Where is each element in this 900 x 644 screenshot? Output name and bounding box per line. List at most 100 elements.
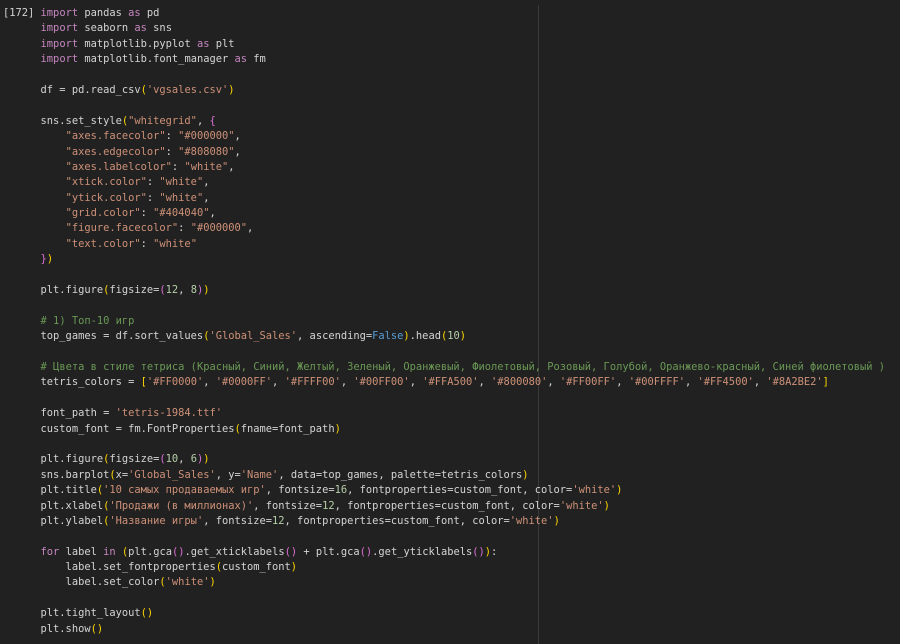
token-s: "white" <box>159 176 204 189</box>
token-p: , <box>234 130 241 143</box>
code-line[interactable]: # 1) Топ-10 игр <box>3 314 885 329</box>
token-s: '#FF00FF' <box>559 376 617 389</box>
code-line[interactable] <box>3 345 885 360</box>
token-p: : <box>491 545 498 558</box>
code-line[interactable]: import seaborn as sns <box>3 21 885 36</box>
token-p: , ascending= <box>297 330 373 343</box>
token-s: 'white' <box>165 576 210 589</box>
code-line[interactable]: plt.figure(figsize=(10, 6)) <box>3 452 885 467</box>
token-p: figsize= <box>109 453 160 466</box>
code-line[interactable]: font_path = 'tetris-1984.ttf' <box>3 406 885 421</box>
code-line[interactable]: [172] import pandas as pd <box>3 6 885 21</box>
token-p: matplotlib.font_manager <box>78 53 235 66</box>
code-line[interactable]: plt.show() <box>3 622 885 637</box>
token-s: "xtick.color" <box>65 176 147 189</box>
code-line[interactable]: # Цвета в стиле тетриса (Красный, Синий,… <box>3 360 886 375</box>
token-s: '#00FFFF' <box>628 376 686 389</box>
code-line[interactable]: custom_font = fm.FontProperties(fname=fo… <box>3 422 885 437</box>
token-p: , <box>272 376 285 389</box>
token-p: : <box>146 176 160 189</box>
code-line[interactable] <box>3 591 885 606</box>
code-line[interactable] <box>3 98 885 113</box>
code-line[interactable]: "grid.color": "#404040", <box>3 206 885 221</box>
token-s: 'tetris-1984.ttf' <box>115 407 222 420</box>
token-g1: ) <box>459 330 466 343</box>
execution-count[interactable]: [172] <box>3 7 41 19</box>
token-s: "text.color" <box>65 237 141 250</box>
code-line[interactable] <box>3 391 885 406</box>
token-p: , <box>753 376 767 389</box>
token-p: fname=font_path <box>240 422 335 435</box>
token-p <box>3 238 66 250</box>
code-line[interactable]: plt.title('10 самых продаваемых игр', fo… <box>3 483 885 498</box>
code-line[interactable]: "axes.labelcolor": "white", <box>3 160 885 175</box>
token-p <box>3 38 41 50</box>
token-p: tetris_colors = <box>3 376 141 389</box>
token-p: .head <box>409 330 441 343</box>
token-g2: () <box>284 545 298 558</box>
code-line[interactable]: import matplotlib.pyplot as plt <box>3 37 885 52</box>
token-k: import <box>40 37 79 50</box>
token-s: '#FF4500' <box>697 376 754 389</box>
token-s: "#000000" <box>190 222 247 235</box>
code-line[interactable]: tetris_colors = ['#FF0000', '#0000FF', '… <box>3 375 885 390</box>
code-line[interactable]: df = pd.read_csv('vgsales.csv') <box>3 83 885 98</box>
token-p: font_path = <box>3 407 116 420</box>
token-g1: ) <box>46 253 54 266</box>
code-line[interactable]: plt.ylabel('Название игры', fontsize=12,… <box>3 514 885 529</box>
token-p: plt.xlabel <box>3 499 104 512</box>
code-editor-window: [172] import pandas as pd import seaborn… <box>0 0 900 644</box>
code-line[interactable]: "ytick.color": "white", <box>3 191 885 206</box>
token-k: as <box>234 53 248 66</box>
token-p: , <box>685 376 698 389</box>
code-line[interactable]: "axes.edgecolor": "#808080", <box>3 145 885 160</box>
code-line[interactable]: "text.color": "white" <box>3 237 885 252</box>
code-line[interactable]: label.set_color('white') <box>3 575 885 590</box>
code-line[interactable]: sns.barplot(x='Global_Sales', y='Name', … <box>3 468 885 483</box>
token-p <box>3 207 66 219</box>
token-s: "white" <box>159 191 204 204</box>
token-s: '#0000FF' <box>215 376 273 389</box>
token-p: , <box>409 376 423 389</box>
code-line[interactable]: plt.xlabel('Продажи (в миллионах)', font… <box>3 499 885 514</box>
code-line[interactable]: plt.figure(figsize=(12, 8)) <box>3 283 885 298</box>
code-line[interactable]: plt.tight_layout() <box>3 606 885 621</box>
code-line[interactable] <box>3 298 885 313</box>
code-line[interactable]: "axes.facecolor": "#000000", <box>3 129 885 144</box>
token-p: plt.gca <box>128 545 172 558</box>
code-line[interactable]: }) <box>3 252 885 267</box>
token-k: as <box>196 37 210 50</box>
token-p <box>3 546 41 558</box>
token-p: , <box>547 376 560 389</box>
token-p: , fontsize= <box>265 484 335 497</box>
token-s: 'Название игры' <box>109 514 204 527</box>
code-editor[interactable]: [172] import pandas as pd import seaborn… <box>3 6 885 637</box>
token-n: 12 <box>165 284 179 297</box>
token-k: import <box>40 22 79 35</box>
code-line[interactable] <box>3 268 885 283</box>
code-line[interactable]: label.set_fontproperties(custom_font) <box>3 560 885 575</box>
token-p: : <box>171 160 185 173</box>
token-s: 'Продажи (в миллионах)' <box>109 499 254 512</box>
code-line[interactable]: import matplotlib.font_manager as fm <box>3 52 885 67</box>
token-p: custom_font <box>221 561 291 574</box>
code-line[interactable] <box>3 529 885 544</box>
code-line[interactable] <box>3 68 885 83</box>
token-n: 12 <box>322 499 335 512</box>
token-s: "grid.color" <box>65 207 141 220</box>
code-line[interactable]: "xtick.color": "white", <box>3 175 885 190</box>
token-s: '#800080' <box>491 376 548 389</box>
code-line[interactable] <box>3 437 885 452</box>
token-p <box>3 253 41 265</box>
token-s: 'white' <box>559 499 604 512</box>
token-s: "axes.edgecolor" <box>65 145 166 158</box>
code-line[interactable]: sns.set_style("whitegrid", { <box>3 114 885 129</box>
token-s: '#8A2BE2' <box>766 376 823 389</box>
token-s: "white" <box>184 160 229 173</box>
code-line[interactable]: "figure.facecolor": "#000000", <box>3 221 885 236</box>
token-n: 10 <box>165 453 179 466</box>
token-p: , fontsize= <box>203 514 273 527</box>
code-line[interactable]: for label in (plt.gca().get_xticklabels(… <box>3 545 885 560</box>
token-p <box>3 222 66 234</box>
code-line[interactable]: top_games = df.sort_values('Global_Sales… <box>3 329 885 344</box>
